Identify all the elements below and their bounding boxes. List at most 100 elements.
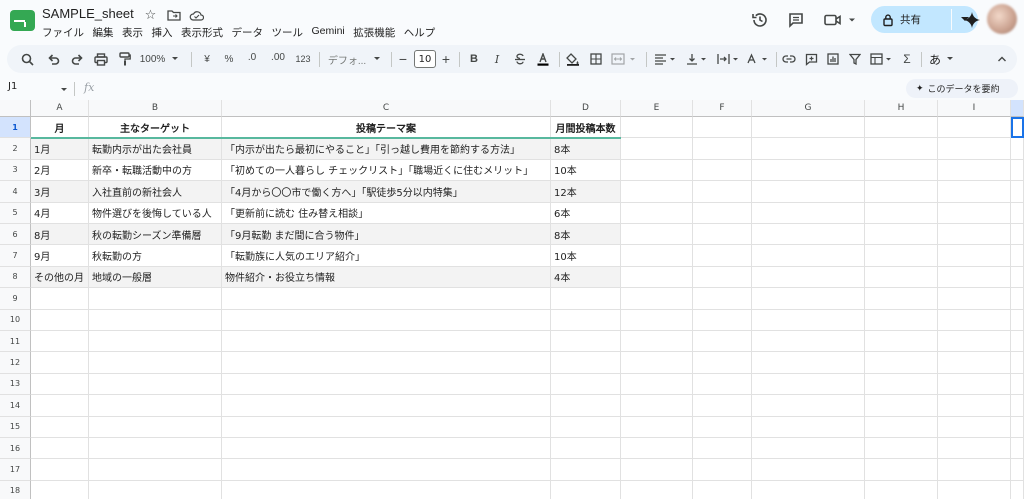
cell[interactable] [1011, 331, 1024, 353]
cell[interactable] [551, 309, 621, 331]
cell[interactable] [1011, 181, 1024, 203]
cell[interactable]: 8本 [551, 224, 621, 246]
insert-comment-icon[interactable] [802, 45, 820, 73]
cell[interactable] [938, 331, 1011, 353]
cell[interactable] [865, 459, 938, 481]
cell[interactable] [621, 181, 693, 203]
cell[interactable] [752, 138, 865, 160]
row-header[interactable]: 7 [0, 245, 31, 267]
cell[interactable] [89, 480, 222, 499]
cell[interactable] [31, 331, 89, 353]
cell[interactable] [752, 159, 865, 182]
cell[interactable]: 10本 [551, 159, 621, 182]
cell[interactable] [621, 395, 693, 417]
cell[interactable] [1011, 224, 1024, 246]
cell[interactable] [31, 438, 89, 460]
functions-icon[interactable]: Σ [898, 45, 916, 73]
cell[interactable] [31, 395, 89, 417]
cell[interactable] [693, 480, 752, 499]
cell[interactable] [865, 416, 938, 438]
cell[interactable] [31, 480, 89, 499]
cell[interactable] [551, 395, 621, 417]
select-all-corner[interactable] [0, 100, 31, 117]
cell[interactable] [621, 438, 693, 460]
more-formats-button[interactable]: 123 [292, 45, 314, 73]
row-header[interactable]: 2 [0, 138, 31, 160]
cell[interactable] [938, 459, 1011, 481]
cell[interactable] [938, 181, 1011, 203]
cell[interactable]: 入社直前の新社会人 [89, 181, 222, 203]
cell[interactable]: 8本 [551, 138, 621, 160]
cell[interactable] [693, 416, 752, 438]
cell[interactable] [938, 159, 1011, 182]
column-header[interactable]: B [89, 100, 222, 117]
cell[interactable]: 8月 [31, 224, 89, 246]
cell[interactable]: 地域の一般層 [89, 266, 222, 289]
row-header[interactable]: 18 [0, 480, 31, 499]
cell[interactable] [865, 266, 938, 289]
cell[interactable] [865, 331, 938, 353]
cell[interactable] [89, 288, 222, 310]
cell[interactable] [693, 395, 752, 417]
cell[interactable]: 4月 [31, 202, 89, 224]
cell[interactable]: 「9月転勤 まだ間に合う物件」 [222, 224, 551, 246]
filter-icon[interactable] [846, 45, 864, 73]
cell[interactable] [752, 373, 865, 396]
merge-cells-icon[interactable] [609, 45, 639, 73]
cell[interactable] [938, 245, 1011, 267]
cell[interactable] [1011, 438, 1024, 460]
cell[interactable] [693, 288, 752, 310]
cell[interactable]: 1月 [31, 138, 89, 160]
cell[interactable]: 「4月から〇〇市で働く方へ」「駅徒歩5分以内特集」 [222, 181, 551, 203]
move-folder-icon[interactable] [165, 7, 182, 23]
increase-decimal-button[interactable]: .00 [266, 45, 290, 73]
cell[interactable]: 秋転勤の方 [89, 245, 222, 267]
cell[interactable] [938, 438, 1011, 460]
filter-views-icon[interactable] [868, 45, 896, 73]
cell[interactable] [621, 117, 693, 139]
menu-view[interactable]: 表示 [122, 25, 150, 40]
cell[interactable]: 「内示が出たら最初にやること」「引っ越し費用を節約する方法」 [222, 138, 551, 160]
cell[interactable] [222, 480, 551, 499]
header-cell[interactable]: 月 [31, 117, 89, 139]
cell[interactable] [693, 138, 752, 160]
cell[interactable]: 「転勤族に人気のエリア紹介」 [222, 245, 551, 267]
cell[interactable] [752, 288, 865, 310]
cell[interactable] [31, 416, 89, 438]
cell[interactable] [938, 309, 1011, 331]
cell[interactable] [551, 352, 621, 374]
cell[interactable]: 4本 [551, 266, 621, 289]
cell[interactable] [693, 181, 752, 203]
cell[interactable]: 「更新前に読む 住み替え相談」 [222, 202, 551, 224]
bold-button[interactable]: B [465, 45, 483, 73]
avatar[interactable] [987, 4, 1017, 34]
cell[interactable] [89, 331, 222, 353]
cell[interactable] [1011, 138, 1024, 160]
cell[interactable] [222, 331, 551, 353]
cell[interactable]: その他の月 [31, 266, 89, 289]
strikethrough-icon[interactable] [511, 45, 529, 73]
row-header[interactable]: 4 [0, 181, 31, 203]
cell[interactable]: 2月 [31, 159, 89, 182]
row-header[interactable]: 14 [0, 395, 31, 417]
header-cell[interactable]: 月間投稿本数 [551, 117, 621, 139]
cell[interactable] [752, 181, 865, 203]
cell[interactable] [752, 245, 865, 267]
cell[interactable]: 10本 [551, 245, 621, 267]
cell[interactable] [222, 288, 551, 310]
cell[interactable] [865, 480, 938, 499]
cell[interactable] [938, 224, 1011, 246]
cell[interactable] [1011, 245, 1024, 267]
cell[interactable]: 秋の転勤シーズン準備層 [89, 224, 222, 246]
cell[interactable] [752, 459, 865, 481]
column-header[interactable]: I [938, 100, 1011, 117]
column-header[interactable]: A [31, 100, 89, 117]
row-header[interactable]: 9 [0, 288, 31, 310]
meet-icon[interactable] [822, 10, 858, 30]
search-menus-icon[interactable] [17, 45, 37, 73]
cell[interactable] [865, 224, 938, 246]
menu-edit[interactable]: 編集 [93, 25, 121, 40]
text-color-icon[interactable] [534, 45, 552, 73]
collapse-toolbar-icon[interactable] [993, 45, 1011, 73]
cell[interactable] [1011, 159, 1024, 182]
